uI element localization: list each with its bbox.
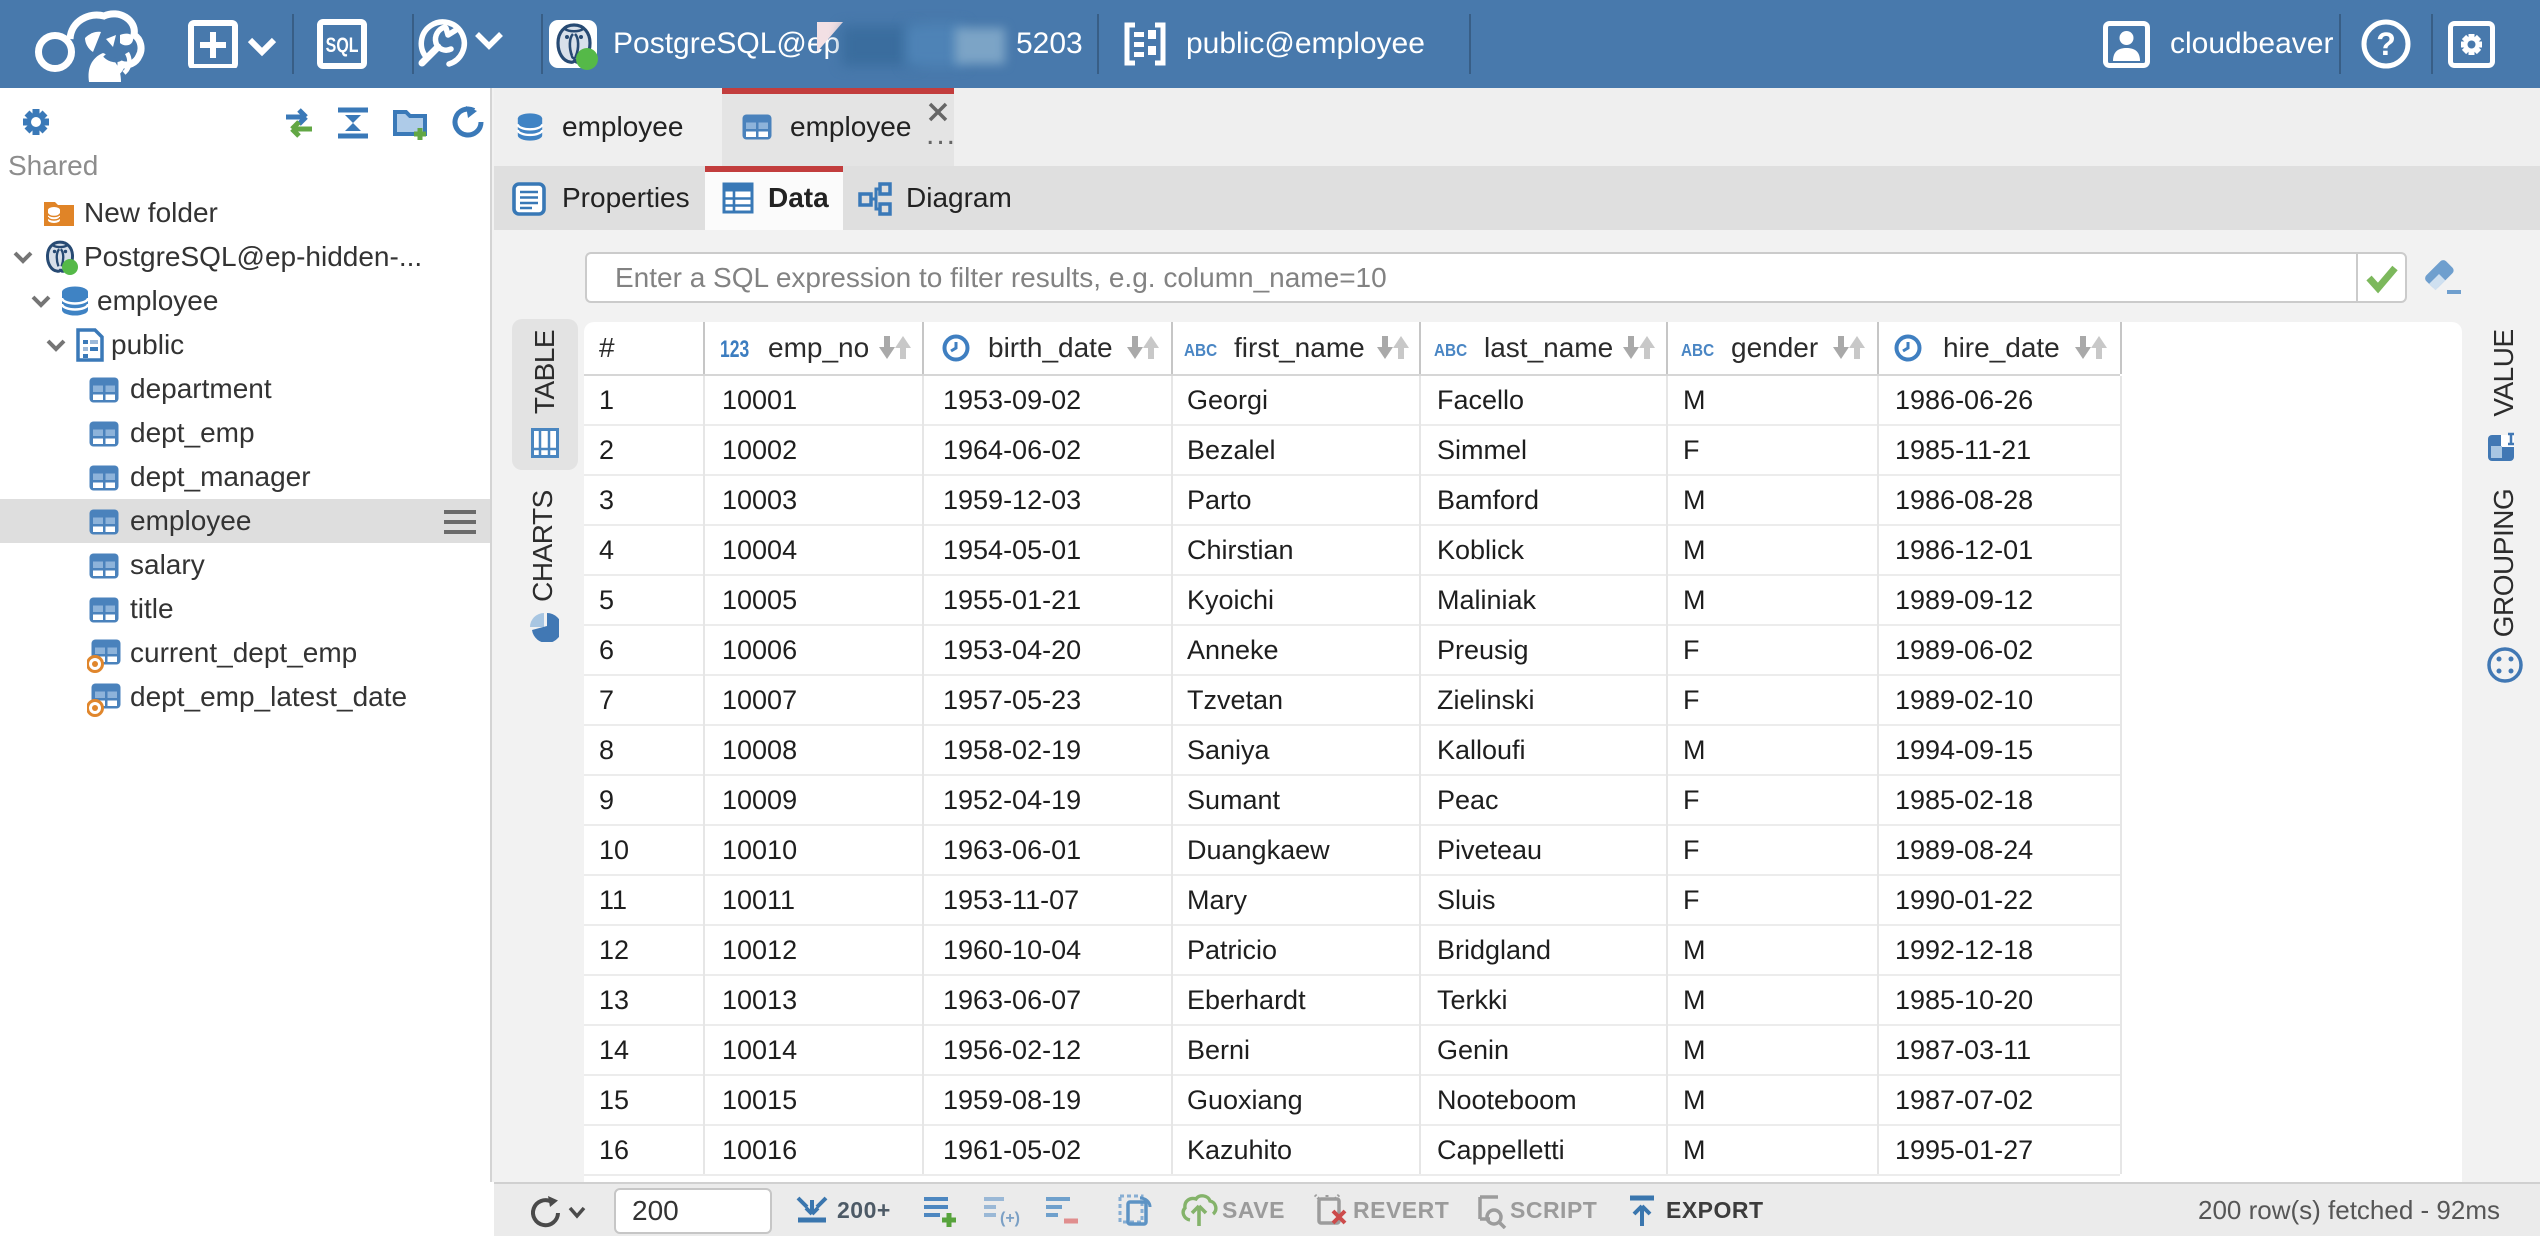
svg-text:?: ? bbox=[2376, 26, 2396, 62]
svg-text:ABC: ABC bbox=[1681, 342, 1714, 360]
svg-text:123: 123 bbox=[720, 338, 749, 362]
svg-text:ABC: ABC bbox=[1434, 342, 1467, 360]
svg-text:SQL: SQL bbox=[326, 33, 359, 57]
svg-text:(+): (+) bbox=[1000, 1210, 1020, 1227]
svg-text:ABC: ABC bbox=[1184, 342, 1217, 360]
